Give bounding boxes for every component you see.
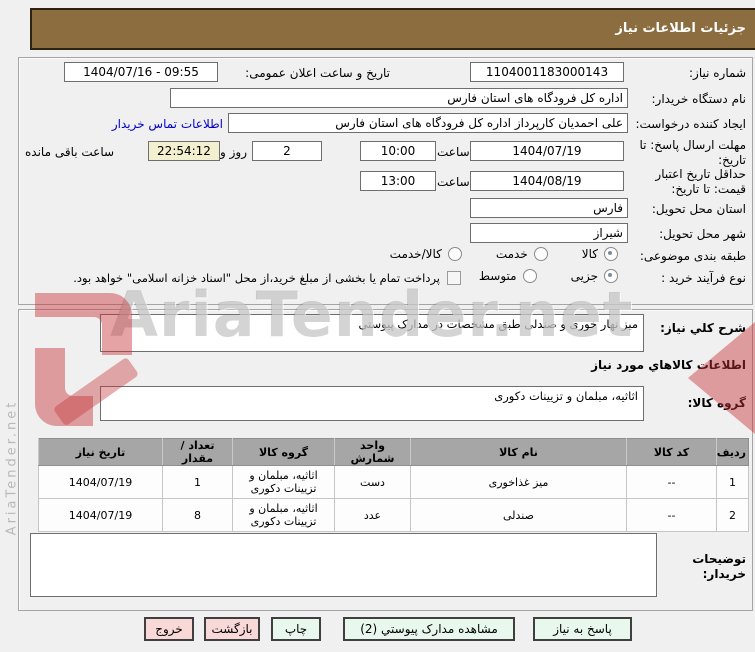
need-number-field[interactable]: 1104001183000143 — [470, 62, 624, 82]
process-type-options: جزیی متوسط — [479, 269, 618, 283]
classification-label: طبقه بندی موضوعی: — [639, 249, 746, 263]
classification-option-goods-label: کالا — [581, 247, 598, 261]
goods-table-header-row: ردیف کد کالا نام کالا واحد شمارش گروه کا… — [38, 438, 749, 466]
cell-goods-name: صندلی — [410, 498, 627, 532]
cell-goods-code: -- — [626, 498, 717, 532]
need-number-label: شماره نیاز: — [689, 66, 746, 80]
price-validity-label-line2: قیمت: تا تاریخ: — [671, 182, 746, 196]
process-type-option-medium-label: متوسط — [478, 269, 517, 283]
buyer-contact-link[interactable]: اطلاعات تماس خریدار — [112, 117, 223, 131]
cell-goods-name: میز غذاخوری — [410, 465, 627, 499]
process-type-option-minor[interactable]: جزیی — [571, 269, 618, 283]
cell-row-number: 1 — [716, 465, 749, 499]
print-button[interactable]: چاپ — [271, 617, 321, 641]
response-deadline-label-line2: تاریخ: — [718, 153, 746, 167]
delivery-province-field[interactable]: فارس — [470, 198, 628, 218]
classification-option-goods-service-label: کالا/خدمت — [389, 247, 442, 261]
delivery-city-label: شهر محل تحویل: — [659, 227, 746, 241]
buyer-org-label: نام دستگاه خریدار: — [651, 92, 747, 106]
col-count-unit: واحد شمارش — [334, 438, 411, 466]
goods-table: ردیف کد کالا نام کالا واحد شمارش گروه کا… — [38, 438, 749, 532]
table-row: 2 -- صندلی عدد اثاثیه، مبلمان و تزیینات … — [38, 498, 749, 532]
cell-need-date: 1404/07/19 — [38, 465, 163, 499]
view-attached-docs-button[interactable]: مشاهده مدارک پیوستي (2) — [343, 617, 515, 641]
classification-option-service-label: خدمت — [495, 247, 528, 261]
col-need-date: تاریخ نیاز — [38, 438, 163, 466]
classification-option-goods[interactable]: کالا — [582, 247, 618, 261]
remaining-days-field: 2 — [252, 141, 322, 161]
col-goods-code: کد کالا — [626, 438, 717, 466]
col-quantity: تعداد / مقدار — [162, 438, 233, 466]
radio-medium-icon[interactable] — [522, 269, 537, 283]
process-type-label: نوع فرآیند خرید : — [661, 271, 746, 285]
cell-count-unit: عدد — [334, 498, 411, 532]
announce-datetime-label: تاریخ و ساعت اعلان عمومی: — [245, 66, 390, 80]
buyer-notes-textarea[interactable] — [30, 533, 657, 597]
back-button[interactable]: بازگشت — [204, 617, 260, 641]
process-type-option-minor-label: جزیی — [570, 269, 598, 283]
delivery-province-label: استان محل تحویل: — [651, 202, 746, 216]
cell-goods-code: -- — [626, 465, 717, 499]
request-creator-label: ایجاد کننده درخواست: — [635, 117, 746, 131]
buyer-notes-label-line1: توضیحات — [692, 552, 746, 566]
radio-goods-icon[interactable] — [604, 247, 618, 261]
cell-count-unit: دست — [334, 465, 411, 499]
price-validity-date-field[interactable]: 1404/08/19 — [470, 171, 624, 191]
response-deadline-time-field[interactable]: 10:00 — [360, 141, 436, 161]
process-type-option-medium[interactable]: متوسط — [479, 269, 537, 283]
request-creator-field[interactable]: علی احمدیان کارپرداز اداره کل فرودگاه ها… — [228, 113, 628, 133]
col-goods-name: نام کالا — [410, 438, 627, 466]
col-row-number: ردیف — [716, 438, 749, 466]
response-deadline-label-line1: مهلت ارسال پاسخ: تا — [639, 138, 746, 152]
classification-options: کالا خدمت کالا/خدمت — [390, 247, 618, 261]
goods-info-heading: اطلاعات کالاهاي مورد نیاز — [591, 358, 746, 372]
col-goods-group: گروه کالا — [232, 438, 335, 466]
response-deadline-hour-label: ساعت — [437, 145, 470, 159]
goods-table-wrapper: ردیف کد کالا نام کالا واحد شمارش گروه کا… — [38, 438, 749, 532]
goods-group-label: گروه کالا: — [687, 396, 746, 410]
goods-group-textarea[interactable]: اثاثیه، مبلمان و تزیینات دکوری — [100, 386, 644, 421]
cell-need-date: 1404/07/19 — [38, 498, 163, 532]
classification-option-service[interactable]: خدمت — [496, 247, 548, 261]
price-validity-hour-label: ساعت — [437, 175, 470, 189]
treasury-checkbox-label: پرداخت تمام یا بخشی از مبلغ خرید،از محل … — [73, 271, 440, 285]
response-deadline-date-field[interactable]: 1404/07/19 — [470, 141, 624, 161]
radio-minor-icon[interactable] — [604, 269, 618, 283]
cell-row-number: 2 — [716, 498, 749, 532]
price-validity-label: حداقل تاریخ اعتبار قیمت: تا تاریخ: — [620, 167, 746, 197]
respond-to-need-button[interactable]: پاسخ به نیاز — [533, 617, 632, 641]
radio-service-icon[interactable] — [533, 247, 548, 261]
cell-quantity: 1 — [162, 465, 233, 499]
cell-quantity: 8 — [162, 498, 233, 532]
classification-option-goods-service[interactable]: کالا/خدمت — [390, 247, 462, 261]
need-details-page: { "title": "جزئیات اطلاعات نیاز", "water… — [0, 0, 755, 652]
remaining-time-field: 22:54:12 — [148, 141, 220, 161]
page-title: جزئیات اطلاعات نیاز — [30, 8, 755, 50]
need-description-textarea[interactable]: میز نهار خوری و صندلی طبق مشخصات در مدار… — [100, 314, 644, 352]
buyer-notes-label-line2: خریدار: — [702, 567, 746, 581]
buyer-notes-label: توضیحات خریدار: — [676, 552, 746, 582]
cell-goods-group: اثاثیه، مبلمان و تزیینات دکوری — [232, 498, 335, 532]
delivery-city-field[interactable]: شیراز — [470, 223, 628, 243]
price-validity-time-field[interactable]: 13:00 — [360, 171, 436, 191]
remaining-suffix-label: ساعت باقی مانده — [25, 145, 115, 159]
need-description-label: شرح کلي نیاز: — [660, 321, 746, 335]
response-deadline-label: مهلت ارسال پاسخ: تا تاریخ: — [620, 138, 746, 168]
treasury-checkbox[interactable] — [447, 271, 461, 285]
radio-goods-service-icon[interactable] — [447, 247, 462, 261]
cell-goods-group: اثاثیه، مبلمان و تزیینات دکوری — [232, 465, 335, 499]
table-row: 1 -- میز غذاخوری دست اثاثیه، مبلمان و تز… — [38, 465, 749, 499]
remaining-days-label: روز و — [220, 145, 247, 159]
buyer-org-field[interactable]: اداره کل فرودگاه های استان فارس — [170, 88, 628, 108]
exit-button[interactable]: خروج — [144, 617, 194, 641]
announce-datetime-field[interactable]: 1404/07/16 - 09:55 — [64, 62, 218, 82]
price-validity-label-line1: حداقل تاریخ اعتبار — [655, 167, 746, 181]
